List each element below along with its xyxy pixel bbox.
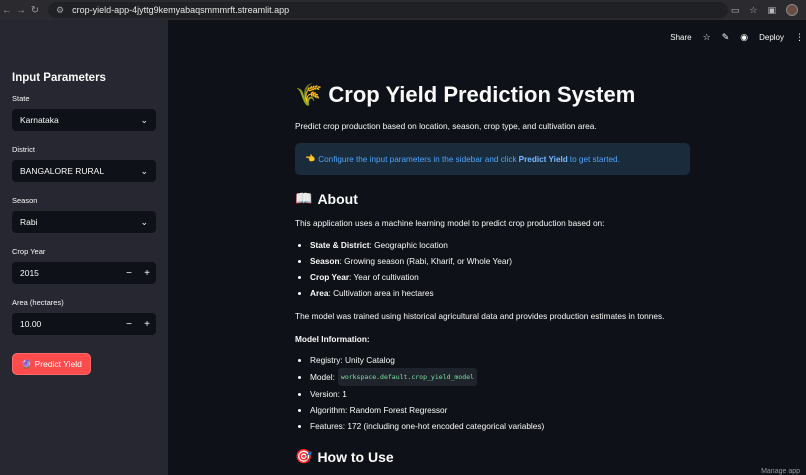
book-icon: 📖 (295, 190, 313, 206)
url-text: crop-yield-app-4jyttg9kemyabaqsmmmrft.st… (72, 5, 290, 15)
list-item: Season: Growing season (Rabi, Kharif, or… (295, 253, 690, 269)
feature-list: State & District: Geographic location Se… (295, 237, 690, 301)
model-info-list: Registry: Unity Catalog Model: workspace.… (295, 352, 690, 434)
info-text-post: to get started. (569, 154, 620, 164)
chevron-down-icon: ⌄ (140, 114, 148, 125)
reload-icon[interactable]: ↻ (28, 5, 42, 16)
address-bar[interactable]: ⚙ crop-yield-app-4jyttg9kemyabaqsmmmrft.… (48, 2, 728, 18)
target-icon: 🎯 (295, 448, 313, 464)
state-select[interactable]: Karnataka ⌄ (12, 109, 156, 131)
district-label: District (12, 145, 35, 154)
area-input[interactable]: 10.00 − + (12, 313, 156, 335)
profile-avatar[interactable] (786, 4, 798, 16)
season-label: Season (12, 196, 38, 205)
extensions-icon[interactable]: ▣ (767, 5, 776, 16)
sidebar-title: Input Parameters (12, 72, 106, 84)
deploy-button[interactable]: Deploy (759, 33, 784, 42)
manage-app-button[interactable]: Manage app (761, 468, 800, 475)
about-heading: 📖 About (295, 190, 690, 207)
crop-year-label: Crop Year (12, 247, 46, 256)
state-value: Karnataka (20, 115, 59, 125)
list-item: Version: 1 (295, 386, 690, 402)
model-info-heading: Model Information: (295, 334, 370, 344)
crop-year-input[interactable]: 2015 − + (12, 262, 156, 284)
trained-text: The model was trained using historical a… (295, 311, 665, 321)
page-title: 🌾 Crop Yield Prediction System (295, 82, 690, 108)
bookmark-star-icon[interactable]: ☆ (749, 5, 757, 16)
back-icon[interactable]: ← (0, 5, 14, 16)
about-intro: This application uses a machine learning… (295, 218, 605, 228)
star-icon[interactable]: ☆ (703, 32, 711, 43)
list-item: Features: 172 (including one-hot encoded… (295, 418, 690, 434)
forward-icon[interactable]: → (14, 5, 28, 16)
main-area: Share ☆ ✎ ◉ Deploy ⋮ 🌾 Crop Yield Predic… (168, 20, 806, 475)
about-heading-text: About (317, 190, 358, 207)
season-value: Rabi (20, 217, 38, 227)
list-item: Algorithm: Random Forest Regressor (295, 402, 690, 418)
site-settings-icon[interactable]: ⚙ (56, 5, 64, 16)
page-title-text: Crop Yield Prediction System (328, 82, 636, 107)
district-value: BANGALORE RURAL (20, 166, 105, 176)
app-toolbar: Share ☆ ✎ ◉ Deploy ⋮ (670, 32, 806, 43)
info-text-bold: Predict Yield (518, 154, 568, 164)
info-text-pre: Configure the input parameters in the si… (318, 154, 517, 164)
manage-app-label: Manage app (761, 468, 800, 475)
edit-icon[interactable]: ✎ (722, 32, 730, 43)
install-icon[interactable]: ▭ (731, 5, 740, 16)
chevron-down-icon: ⌄ (140, 216, 148, 227)
share-button[interactable]: Share (670, 33, 691, 42)
how-to-use-heading-text: How to Use (317, 448, 394, 465)
list-item: State & District: Geographic location (295, 237, 690, 253)
list-item: Registry: Unity Catalog (295, 352, 690, 368)
main-content: 🌾 Crop Yield Prediction System Predict c… (295, 82, 690, 475)
decrement-icon[interactable]: − (120, 268, 138, 279)
pointing-hand-icon: 👈 (305, 154, 316, 163)
sidebar: Input Parameters State Karnataka ⌄ Distr… (0, 20, 168, 475)
model-code: workspace.default.crop_yield_model (337, 368, 477, 386)
increment-icon[interactable]: + (138, 268, 156, 279)
predict-yield-button[interactable]: 🔮 Predict Yield (12, 353, 91, 375)
browser-bar: ← → ↻ ⚙ crop-yield-app-4jyttg9kemyabaqsm… (0, 0, 806, 20)
predict-yield-label: Predict Yield (34, 359, 82, 369)
area-label: Area (hectares) (12, 298, 64, 307)
increment-icon[interactable]: + (138, 319, 156, 330)
info-banner: 👈 Configure the input parameters in the … (295, 143, 690, 175)
area-value[interactable]: 10.00 (20, 319, 120, 329)
season-select[interactable]: Rabi ⌄ (12, 211, 156, 233)
rice-icon: 🌾 (295, 82, 323, 107)
list-item: Area: Cultivation area in hectares (295, 285, 690, 301)
chevron-down-icon: ⌄ (140, 165, 148, 176)
how-to-use-heading: 🎯 How to Use (295, 448, 690, 465)
github-icon[interactable]: ◉ (740, 32, 748, 43)
list-item: Model: workspace.default.crop_yield_model (295, 368, 690, 386)
more-menu-icon[interactable]: ⋮ (795, 32, 804, 43)
decrement-icon[interactable]: − (120, 319, 138, 330)
crop-year-value[interactable]: 2015 (20, 268, 120, 278)
state-label: State (12, 94, 30, 103)
crystal-ball-icon: 🔮 (21, 358, 32, 369)
page-subtitle: Predict crop production based on locatio… (295, 121, 597, 131)
list-item: Crop Year: Year of cultivation (295, 269, 690, 285)
district-select[interactable]: BANGALORE RURAL ⌄ (12, 160, 156, 182)
